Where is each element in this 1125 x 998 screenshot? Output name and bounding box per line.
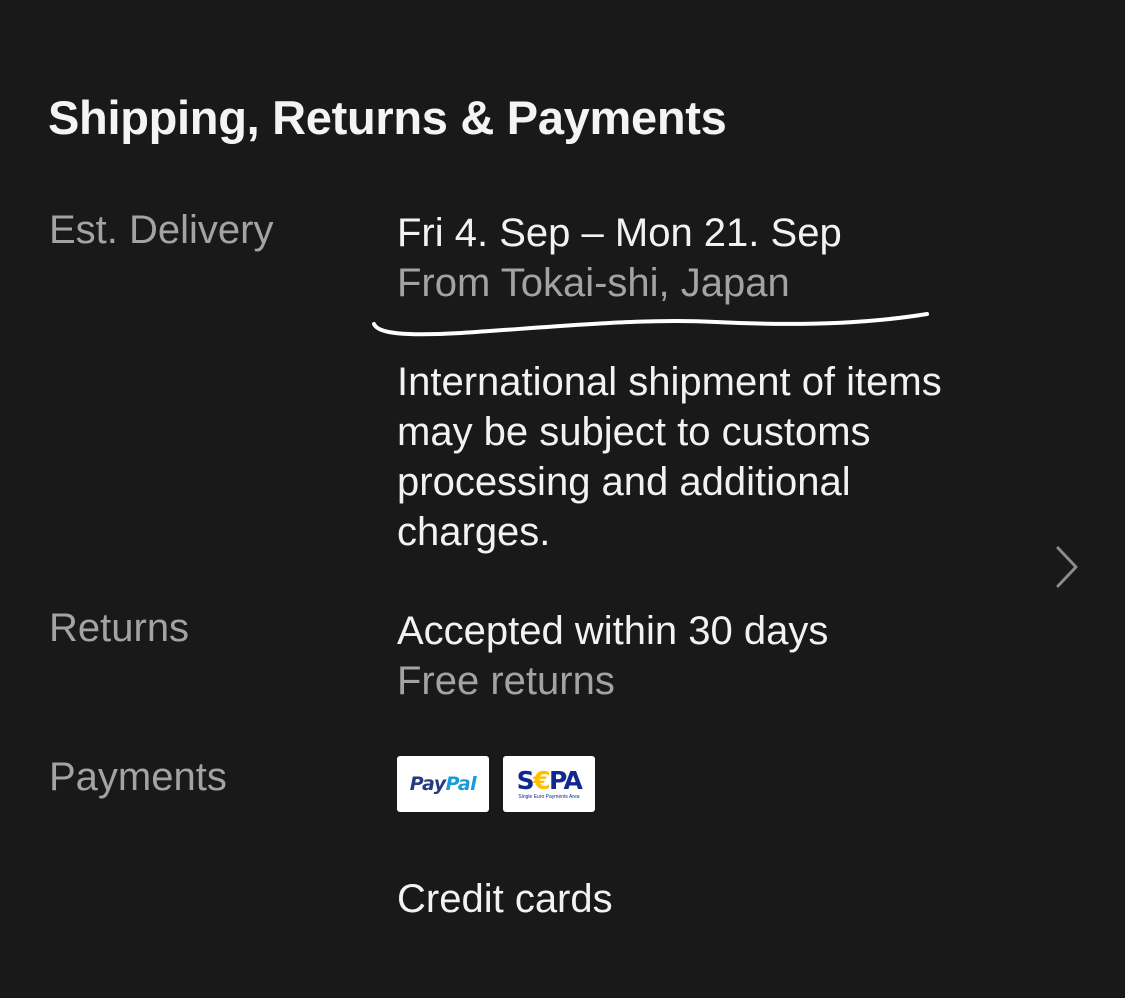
payment-badges: PayPal S€PA Single Euro Payments Area xyxy=(397,756,595,812)
returns-policy: Accepted within 30 days xyxy=(397,609,829,653)
paypal-logo: PayPal xyxy=(397,756,489,812)
credit-cards-label: Credit cards xyxy=(397,877,613,921)
delivery-dates: Fri 4. Sep – Mon 21. Sep xyxy=(397,211,842,255)
payments-label: Payments xyxy=(49,755,227,799)
delivery-info: Fri 4. Sep – Mon 21. Sep From Tokai-shi,… xyxy=(397,208,842,308)
handwritten-underline xyxy=(372,312,929,337)
returns-cost: Free returns xyxy=(397,659,615,703)
customs-note-line: charges. xyxy=(397,510,551,554)
customs-note-line: processing and additional xyxy=(397,460,851,504)
returns-info: Accepted within 30 days Free returns xyxy=(397,606,828,706)
delivery-label: Est. Delivery xyxy=(49,208,274,252)
sepa-logo: S€PA Single Euro Payments Area xyxy=(503,756,595,812)
credit-cards-text: Credit cards xyxy=(397,874,613,924)
customs-note-line: International shipment of items xyxy=(397,360,942,404)
returns-label: Returns xyxy=(49,606,190,650)
customs-note: International shipment of items may be s… xyxy=(397,357,1037,557)
chevron-right-icon[interactable] xyxy=(1046,540,1086,596)
customs-note-line: may be subject to customs xyxy=(397,410,871,454)
section-title: Shipping, Returns & Payments xyxy=(48,91,727,144)
